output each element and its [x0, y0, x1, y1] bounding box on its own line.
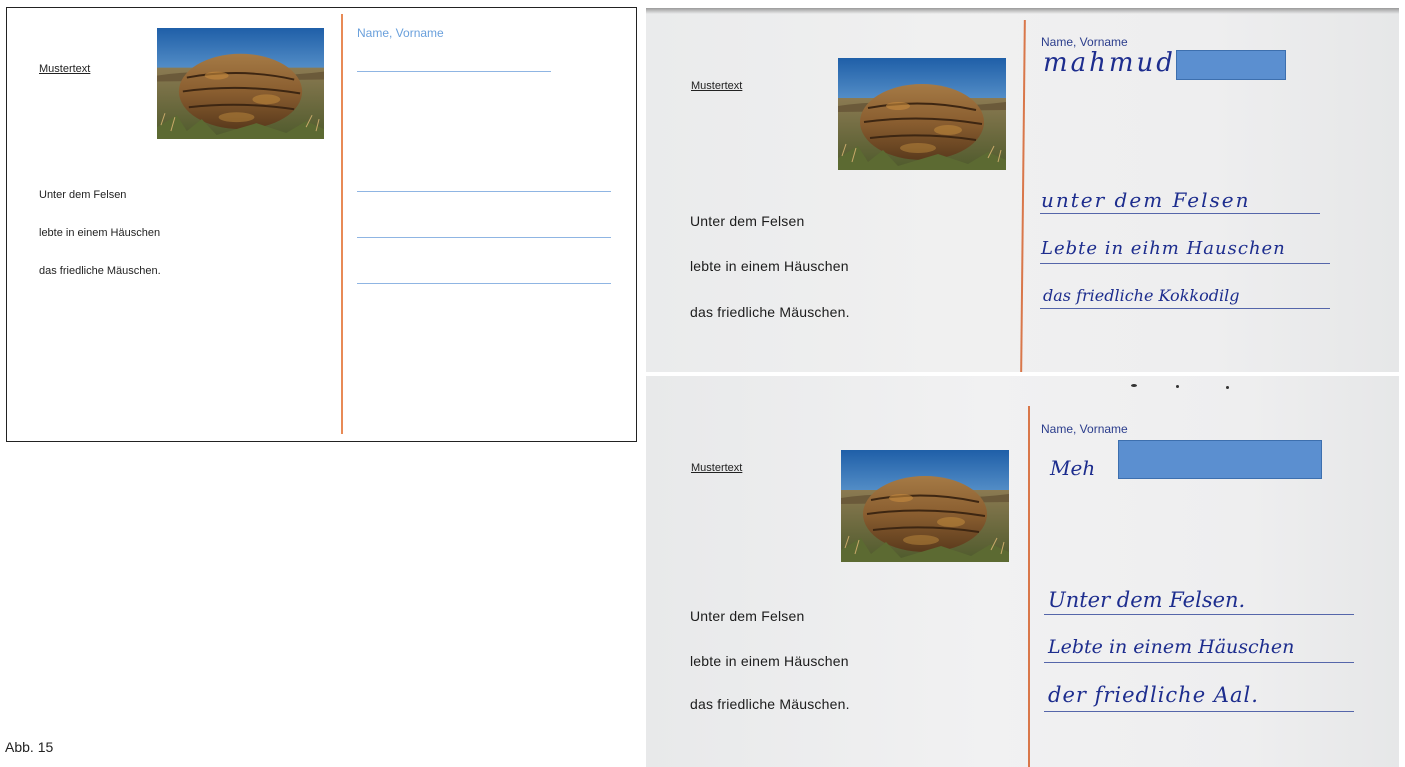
writing-line-1	[1040, 213, 1320, 214]
text-line-1: Unter dem Felsen	[690, 213, 805, 229]
handwritten-name: mahmud	[1043, 48, 1176, 78]
text-line-2: lebte in einem Häuschen	[690, 258, 849, 274]
text-line-1: Unter dem Felsen	[690, 608, 805, 624]
ink-smudge	[1176, 385, 1179, 388]
name-label: Name, Vorname	[357, 26, 444, 40]
card-divider	[341, 14, 343, 434]
photo-edge-shadow	[646, 8, 1399, 14]
handwritten-line-2: Lebte in einem Häuschen	[1048, 636, 1295, 658]
text-line-2: lebte in einem Häuschen	[690, 653, 849, 669]
handwritten-line-3: der friedliche Aal.	[1048, 683, 1259, 707]
card-divider	[1028, 406, 1030, 767]
template-postcard: Mustertext Unter dem Felsen lebte in ein…	[6, 7, 637, 442]
writing-line-3	[1044, 711, 1354, 712]
writing-line-3	[1040, 308, 1330, 309]
writing-line-2	[1044, 662, 1354, 663]
writing-line-1	[357, 191, 611, 192]
writing-line-1	[1044, 614, 1354, 615]
card-divider	[1020, 19, 1026, 372]
handwritten-line-3: das friedliche Kokkodilg	[1043, 286, 1240, 305]
name-writing-line	[357, 71, 551, 72]
handwritten-line-1: Unter dem Felsen.	[1048, 588, 1246, 612]
writing-line-2	[357, 237, 611, 238]
figure-caption: Abb. 15	[5, 739, 54, 755]
photo-postcard-2: Mustertext Unter dem Felsen lebte in ein…	[646, 376, 1399, 767]
name-label: Name, Vorname	[1041, 35, 1128, 49]
text-line-3: das friedliche Mäuschen.	[690, 304, 850, 320]
card-title: Mustertext	[39, 63, 91, 75]
ink-smudge	[1226, 386, 1229, 389]
photo-postcard-1: Mustertext Unter dem Felsen lebte in ein…	[646, 8, 1399, 372]
rock-photo-icon	[841, 450, 1009, 562]
text-line-3: das friedliche Mäuschen.	[690, 696, 850, 712]
ink-smudge	[1131, 384, 1137, 387]
card-title: Mustertext	[691, 80, 743, 92]
rock-photo-icon	[838, 58, 1006, 170]
name-label: Name, Vorname	[1041, 422, 1128, 436]
writing-line-3	[357, 283, 611, 284]
writing-line-2	[1040, 263, 1330, 264]
text-line-1: Unter dem Felsen	[39, 189, 127, 201]
text-line-2: lebte in einem Häuschen	[39, 227, 161, 239]
redaction-box	[1176, 50, 1286, 80]
handwritten-name: Meh	[1050, 456, 1096, 480]
card-title: Mustertext	[691, 462, 743, 474]
handwritten-line-2: Lebte in eihm Hauschen	[1041, 238, 1286, 259]
rock-photo-icon	[157, 28, 324, 139]
redaction-box	[1118, 440, 1322, 479]
handwritten-line-1: unter dem Felsen	[1041, 188, 1251, 212]
text-line-3: das friedliche Mäuschen.	[39, 265, 161, 277]
